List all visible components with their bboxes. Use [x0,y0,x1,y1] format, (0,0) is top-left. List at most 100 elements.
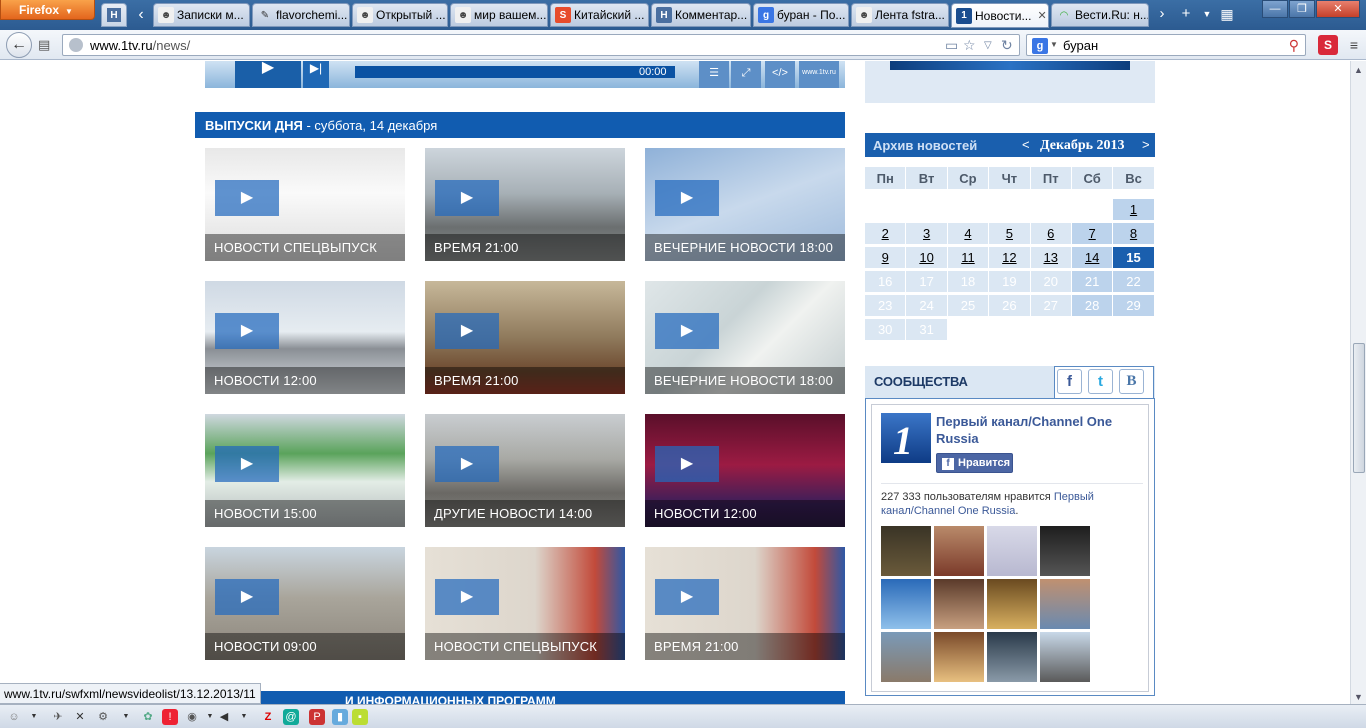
chevron-down-icon[interactable]: ▼ [26,709,42,725]
play-icon[interactable]: ▶ [435,446,499,482]
video-caption[interactable]: НОВОСТИ 09:00 [205,633,405,660]
calendar-day[interactable]: 9 [865,247,907,269]
prev-month-button[interactable]: < [1022,137,1030,152]
tab-groups-icon[interactable]: ▦ [1218,3,1236,27]
avatar[interactable] [934,526,984,576]
menu-icon[interactable]: ≡ [1344,35,1364,55]
play-icon[interactable]: ▶ [655,313,719,349]
video-caption[interactable]: НОВОСТИ СПЕЦВЫПУСК [425,633,625,660]
video-caption[interactable]: НОВОСТИ 12:00 [205,367,405,394]
video-caption[interactable]: ВЕЧЕРНИЕ НОВОСТИ 18:00 [645,234,845,261]
calendar-day[interactable]: 4 [947,223,990,245]
facebook-page-name[interactable]: Первый канал/Channel One Russia [936,413,1136,447]
pinned-tab[interactable]: H [101,3,127,27]
avatar[interactable] [934,579,984,629]
addon-icon[interactable]: ✿ [140,709,156,725]
s-extension-icon[interactable]: S [1318,35,1338,55]
facebook-like-button[interactable]: f Нравится [936,453,1013,473]
tab-scroll-left-button[interactable]: ‹ [131,3,151,27]
twitter-icon[interactable]: t [1088,369,1113,394]
firefox-menu-button[interactable]: Firefox ▼ [0,0,95,20]
avatar[interactable] [1040,526,1090,576]
page-icon[interactable]: ▭ [945,37,958,54]
search-icon[interactable]: ⚲ [1289,37,1299,54]
progress-bar[interactable] [355,66,675,78]
zotero-icon[interactable]: Z [260,709,276,725]
video-caption[interactable]: НОВОСТИ 15:00 [205,500,405,527]
next-icon[interactable]: ▶| [303,61,329,88]
close-tab-icon[interactable]: ✕ [1037,9,1046,22]
play-icon[interactable]: ▶ [215,313,279,349]
back-button[interactable]: ← [6,32,32,58]
minimize-button[interactable]: — [1262,0,1288,18]
browser-tab[interactable]: ☻ мир вашем... [450,3,548,27]
video-caption[interactable]: ДРУГИЕ НОВОСТИ 14:00 [425,500,625,527]
browser-tab[interactable]: ☻ Открытый ... [352,3,448,27]
avatar[interactable] [987,579,1037,629]
scroll-down-icon[interactable]: ▼ [1354,692,1363,702]
browser-tab[interactable]: S Китайский ... [550,3,649,27]
video-caption[interactable]: НОВОСТИ СПЕЦВЫПУСК [205,234,405,261]
calendar-day[interactable]: 3 [906,223,948,245]
browser-tab[interactable]: H Комментар... [651,3,751,27]
video-card[interactable]: ▶ НОВОСТИ СПЕЦВЫПУСК [425,547,625,660]
play-icon[interactable]: ▶ [215,446,279,482]
video-caption[interactable]: ВРЕМЯ 21:00 [425,367,625,394]
video-card[interactable]: ▶ ВРЕМЯ 21:00 [425,148,625,261]
play-icon[interactable]: ▶ [235,61,301,88]
tab-scroll-right-button[interactable]: › [1152,3,1172,27]
avatar[interactable] [987,632,1037,682]
play-icon[interactable]: ▶ [435,313,499,349]
close-window-button[interactable]: ✕ [1316,0,1360,18]
avatar[interactable] [881,632,931,682]
speaker-icon[interactable]: ◀ [216,709,232,725]
video-caption[interactable]: ВЕЧЕРНИЕ НОВОСТИ 18:00 [645,367,845,394]
calendar-day[interactable]: 8 [1113,223,1155,245]
avatar[interactable] [934,632,984,682]
scroll-up-icon[interactable]: ▲ [1354,65,1363,75]
avatar[interactable] [881,579,931,629]
video-card[interactable]: ▶ НОВОСТИ СПЕЦВЫПУСК [205,148,405,261]
addon-icon[interactable]: ◉ [184,709,200,725]
maximize-button[interactable]: ❐ [1289,0,1315,18]
vertical-scrollbar[interactable]: ▲ ▼ [1350,61,1366,706]
playlist-icon[interactable]: ☰ [699,61,729,88]
browser-tab[interactable]: ◠ Вести.Ru: н... [1051,3,1149,27]
calendar-day[interactable]: 6 [1030,223,1072,245]
video-caption[interactable]: ВРЕМЯ 21:00 [645,633,845,660]
calendar-day[interactable]: 12 [989,247,1031,269]
facebook-icon[interactable]: f [1057,369,1082,394]
avatar[interactable] [881,526,931,576]
gear-icon[interactable]: ⚙ [95,709,111,725]
search-bar[interactable]: g ▼ буран ⚲ [1026,34,1306,56]
calendar-day[interactable]: 2 [865,223,907,245]
play-icon[interactable]: ▶ [435,579,499,615]
browser-tab[interactable]: ☻ Записки м... [153,3,250,27]
calendar-day[interactable]: 1 [1113,199,1155,221]
p-icon[interactable]: P [309,709,325,725]
addon-icon[interactable]: ▪ [352,709,368,725]
video-caption[interactable]: ВРЕМЯ 21:00 [425,234,625,261]
close-icon[interactable]: ✕ [72,709,88,725]
avatar[interactable] [987,526,1037,576]
url-bar[interactable]: www.1tv.ru/news/ ▭ ☆ ▽ ↻ [62,34,1020,56]
calendar-day[interactable]: 10 [906,247,948,269]
play-icon[interactable]: ▶ [215,579,279,615]
calendar-day[interactable]: 13 [1030,247,1072,269]
calendar-day[interactable]: 14 [1071,247,1114,269]
bookmarks-icon[interactable]: ▤ [38,37,54,53]
google-icon[interactable]: g [1032,38,1048,54]
calendar-day[interactable]: 11 [947,247,990,269]
addon-icon[interactable]: ☺ [6,709,22,725]
browser-tab[interactable]: g буран - По... [753,3,849,27]
video-caption[interactable]: НОВОСТИ 12:00 [645,500,845,527]
note-icon[interactable]: ▮ [332,709,348,725]
video-card[interactable]: ▶ НОВОСТИ 12:00 [645,414,845,527]
calendar-day[interactable]: 5 [989,223,1031,245]
at-icon[interactable]: @ [283,709,299,725]
browser-tab[interactable]: ✎ flavorchemi... [252,3,350,27]
engine-dropdown-icon[interactable]: ▼ [1050,40,1058,49]
chevron-down-icon[interactable]: ▼ [118,709,134,725]
avatar[interactable] [1040,579,1090,629]
video-card[interactable]: ▶ ДРУГИЕ НОВОСТИ 14:00 [425,414,625,527]
